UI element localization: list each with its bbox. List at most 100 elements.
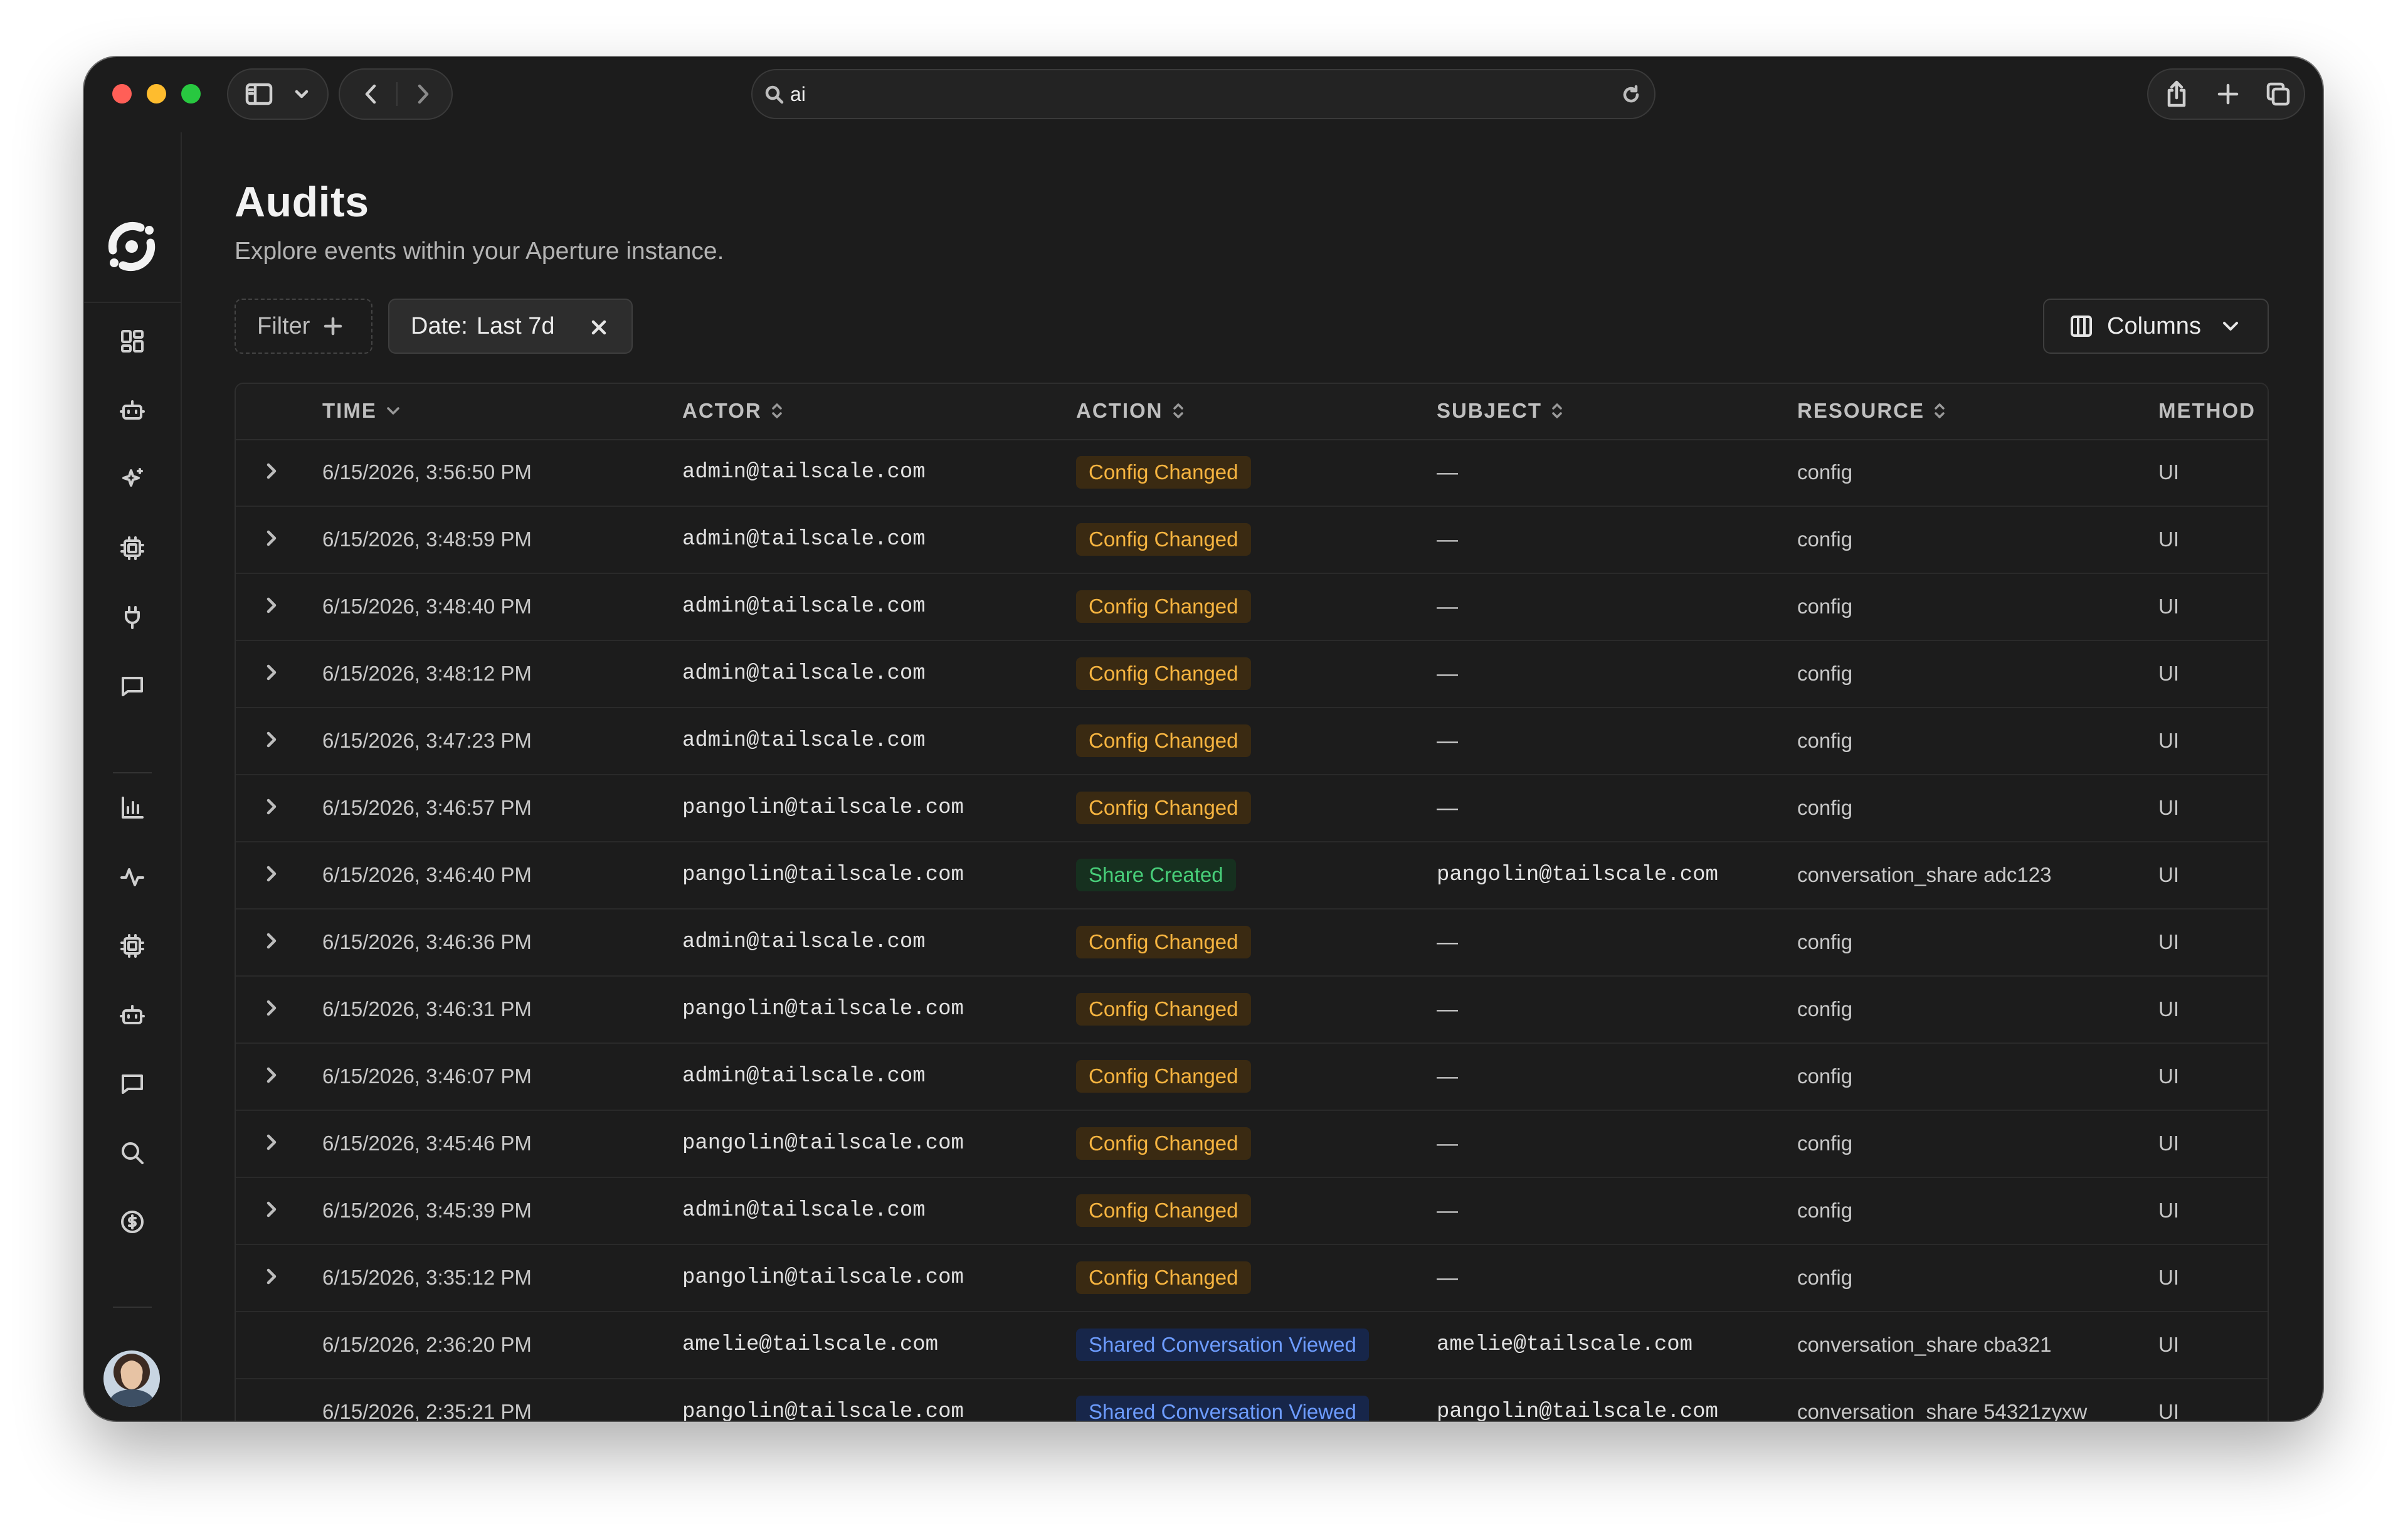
header-time[interactable]: TIME bbox=[322, 399, 401, 423]
table-row[interactable]: 6/15/2026, 3:56:50 PM admin@tailscale.com… bbox=[236, 439, 2268, 507]
sort-icon bbox=[1552, 403, 1562, 418]
table-row[interactable]: 6/15/2026, 3:48:12 PM admin@tailscale.com… bbox=[236, 640, 2268, 708]
zoom-window-button[interactable] bbox=[181, 84, 201, 103]
nav-compute[interactable] bbox=[113, 529, 152, 568]
add-filter-button[interactable]: Filter bbox=[235, 299, 372, 354]
header-resource[interactable]: RESOURCE bbox=[1797, 399, 1946, 423]
nav-search[interactable] bbox=[113, 1133, 152, 1172]
minimize-window-button[interactable] bbox=[147, 84, 166, 103]
new-tab-button[interactable] bbox=[2206, 70, 2250, 119]
nav-billing[interactable] bbox=[113, 1202, 152, 1241]
sidebar-menu-dropdown[interactable] bbox=[286, 70, 317, 119]
avatar-face bbox=[121, 1361, 142, 1389]
expand-row-button[interactable] bbox=[262, 730, 281, 749]
cell-action: Config Changed bbox=[1076, 439, 1251, 506]
cell-action: Config Changed bbox=[1076, 1043, 1251, 1110]
cell-subject: — bbox=[1437, 594, 1458, 618]
table-row[interactable]: 6/15/2026, 3:46:31 PM pangolin@tailscale.… bbox=[236, 976, 2268, 1044]
columns-button[interactable]: Columns bbox=[2043, 299, 2269, 354]
header-method[interactable]: METHOD bbox=[2158, 399, 2256, 423]
action-badge: Config Changed bbox=[1076, 993, 1251, 1026]
table-header: TIME ACTOR ACTION SUBJECT RESOURCE METHO… bbox=[236, 384, 2268, 440]
nav-conversations[interactable] bbox=[113, 1064, 152, 1103]
history-nav-group bbox=[339, 68, 453, 120]
header-action[interactable]: ACTION bbox=[1076, 399, 1185, 423]
cell-subject: — bbox=[1437, 930, 1458, 954]
table-row[interactable]: 6/15/2026, 3:46:40 PM pangolin@tailscale.… bbox=[236, 842, 2268, 910]
nav-analytics[interactable] bbox=[113, 788, 152, 827]
nav-agents[interactable] bbox=[113, 391, 152, 430]
table-row[interactable]: 6/15/2026, 3:48:59 PM admin@tailscale.com… bbox=[236, 506, 2268, 574]
expand-row-button[interactable] bbox=[262, 529, 281, 548]
cell-resource: config bbox=[1797, 796, 1853, 819]
user-avatar[interactable] bbox=[103, 1350, 160, 1407]
nav-chat[interactable] bbox=[113, 667, 152, 706]
cell-actor: admin@tailscale.com bbox=[682, 729, 926, 753]
expand-row-button[interactable] bbox=[262, 663, 281, 682]
tab-overview-button[interactable] bbox=[2256, 70, 2300, 119]
table-row[interactable]: 6/15/2026, 3:47:23 PM admin@tailscale.com… bbox=[236, 708, 2268, 775]
back-button[interactable] bbox=[349, 70, 393, 119]
cell-time: 6/15/2026, 3:46:07 PM bbox=[322, 1064, 532, 1088]
header-actor[interactable]: ACTOR bbox=[682, 399, 783, 423]
chevron-right-icon bbox=[267, 1134, 277, 1150]
plus-icon bbox=[2217, 83, 2239, 105]
reload-icon[interactable] bbox=[1620, 84, 1642, 105]
share-button[interactable] bbox=[2155, 70, 2199, 119]
cell-resource: config bbox=[1797, 1266, 1853, 1289]
expand-row-button[interactable] bbox=[262, 931, 281, 950]
table-row[interactable]: 6/15/2026, 3:46:07 PM admin@tailscale.com… bbox=[236, 1043, 2268, 1111]
cell-time: 6/15/2026, 3:46:31 PM bbox=[322, 997, 532, 1021]
sort-icon bbox=[1173, 403, 1183, 418]
expand-row-button[interactable] bbox=[262, 1200, 281, 1219]
table-row[interactable]: 6/15/2026, 3:48:40 PM admin@tailscale.com… bbox=[236, 573, 2268, 641]
header-actor-label: ACTOR bbox=[682, 399, 762, 422]
table-row[interactable]: 6/15/2026, 2:35:21 PM pangolin@tailscale.… bbox=[236, 1379, 2268, 1421]
cell-time: 6/15/2026, 3:48:12 PM bbox=[322, 662, 532, 685]
action-badge: Config Changed bbox=[1076, 1261, 1251, 1294]
table-row[interactable]: 6/15/2026, 3:45:39 PM admin@tailscale.com… bbox=[236, 1177, 2268, 1245]
window-actions-group bbox=[2147, 68, 2305, 120]
close-window-button[interactable] bbox=[112, 84, 132, 103]
expand-row-button[interactable] bbox=[262, 864, 281, 883]
expand-row-button[interactable] bbox=[262, 596, 281, 615]
sidebar-icon bbox=[245, 83, 273, 105]
cell-action: Config Changed bbox=[1076, 1110, 1251, 1177]
forward-button[interactable] bbox=[401, 70, 445, 119]
close-icon[interactable] bbox=[590, 319, 608, 336]
nav-dashboard[interactable] bbox=[113, 322, 152, 361]
address-query: ai bbox=[790, 83, 806, 105]
nav-divider bbox=[396, 82, 398, 106]
expand-row-button[interactable] bbox=[262, 1066, 281, 1085]
table-row[interactable]: 6/15/2026, 3:35:12 PM pangolin@tailscale.… bbox=[236, 1244, 2268, 1312]
table-row[interactable]: 6/15/2026, 3:46:57 PM pangolin@tailscale.… bbox=[236, 775, 2268, 842]
cell-subject: pangolin@tailscale.com bbox=[1437, 1400, 1718, 1421]
header-subject[interactable]: SUBJECT bbox=[1437, 399, 1563, 423]
expand-row-button[interactable] bbox=[262, 1133, 281, 1152]
cell-actor: pangolin@tailscale.com bbox=[682, 1132, 964, 1155]
sidebar-toggle-button[interactable] bbox=[240, 70, 278, 119]
aperture-logo[interactable] bbox=[104, 219, 159, 274]
table-row[interactable]: 6/15/2026, 3:46:36 PM admin@tailscale.com… bbox=[236, 909, 2268, 977]
date-filter-chip[interactable]: Date: Last 7d bbox=[388, 299, 633, 354]
sort-desc-icon bbox=[387, 407, 399, 415]
expand-row-button[interactable] bbox=[262, 999, 281, 1017]
expand-row-button[interactable] bbox=[262, 1267, 281, 1286]
table-row[interactable]: 6/15/2026, 3:45:46 PM pangolin@tailscale.… bbox=[236, 1110, 2268, 1178]
nav-models[interactable] bbox=[113, 460, 152, 499]
cell-time: 6/15/2026, 3:35:12 PM bbox=[322, 1266, 532, 1289]
address-bar[interactable]: ai bbox=[751, 69, 1656, 119]
expand-row-button[interactable] bbox=[262, 462, 281, 480]
expand-row-button[interactable] bbox=[262, 797, 281, 816]
nav-activity[interactable] bbox=[113, 857, 152, 896]
cell-actor: pangolin@tailscale.com bbox=[682, 1400, 964, 1421]
table-row[interactable]: 6/15/2026, 2:36:20 PM amelie@tailscale.co… bbox=[236, 1312, 2268, 1379]
nav-hardware[interactable] bbox=[113, 926, 152, 965]
cell-resource: config bbox=[1797, 595, 1853, 618]
nav-integrations[interactable] bbox=[113, 598, 152, 637]
cell-time: 6/15/2026, 3:45:46 PM bbox=[322, 1132, 532, 1155]
nav-bots[interactable] bbox=[113, 995, 152, 1034]
cell-action: Config Changed bbox=[1076, 640, 1251, 707]
chevron-right-icon bbox=[267, 798, 277, 815]
cell-method: UI bbox=[2158, 1266, 2179, 1289]
